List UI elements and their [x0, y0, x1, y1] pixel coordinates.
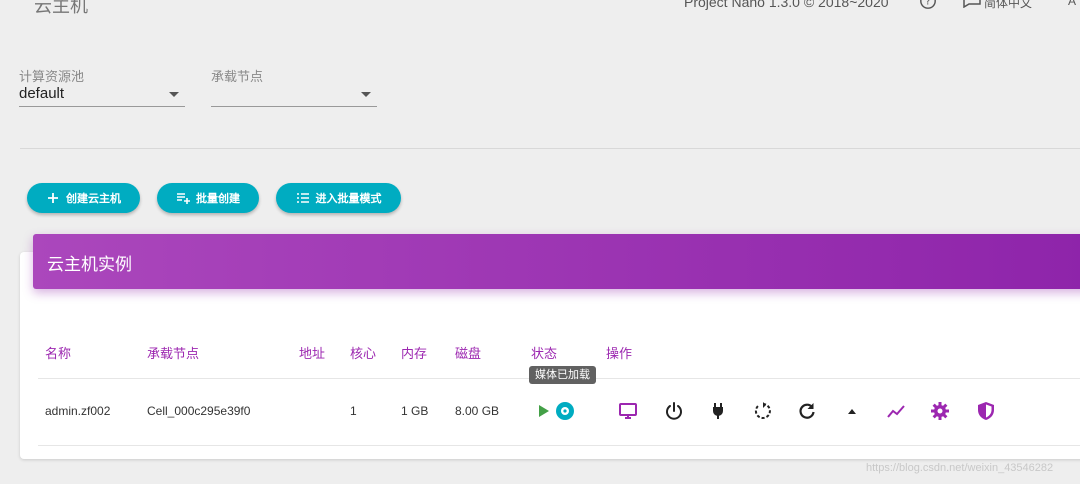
- column-header-address[interactable]: 地址: [299, 343, 325, 362]
- pool-select[interactable]: 计算资源池 default: [19, 66, 185, 107]
- batch-create-button[interactable]: 批量创建: [157, 183, 259, 213]
- card-title: 云主机实例: [47, 255, 132, 274]
- settings-icon[interactable]: [930, 401, 950, 421]
- refresh-icon[interactable]: [797, 401, 817, 421]
- media-disc-icon[interactable]: [555, 401, 575, 421]
- chevron-down-icon[interactable]: [361, 92, 371, 97]
- chart-icon[interactable]: [886, 401, 906, 421]
- column-header-cores[interactable]: 核心: [350, 343, 376, 362]
- restart-icon[interactable]: [753, 401, 773, 421]
- monitor-icon[interactable]: [618, 401, 638, 421]
- cell-node: Cell_000c295e39f0: [147, 404, 251, 418]
- divider: [20, 148, 1080, 149]
- power-icon[interactable]: [664, 401, 684, 421]
- pool-label: 计算资源池: [19, 69, 85, 84]
- node-label: 承载节点: [211, 69, 264, 84]
- chevron-down-icon[interactable]: [169, 92, 179, 97]
- version-text: Project Nano 1.3.0 © 2018~2020: [684, 0, 889, 10]
- watermark: https://blog.csdn.net/weixin_43546282: [866, 462, 1054, 474]
- batch-create-label: 批量创建: [196, 193, 240, 205]
- pool-value: default: [19, 85, 65, 102]
- batch-mode-button[interactable]: 进入批量模式: [276, 183, 401, 213]
- node-select[interactable]: 承载节点: [211, 66, 377, 107]
- play-icon: [535, 401, 555, 421]
- node-value-box[interactable]: [211, 82, 377, 107]
- cell-name: admin.zf002: [45, 404, 111, 418]
- plus-icon: [48, 193, 58, 203]
- playlist-add-icon: [177, 193, 190, 204]
- security-icon[interactable]: [976, 401, 996, 421]
- top-bar: 云主机 Project Nano 1.3.0 © 2018~2020 ? 简体中…: [0, 0, 1080, 14]
- create-instance-label: 创建云主机: [66, 193, 121, 205]
- card-header: 云主机实例: [33, 234, 1080, 289]
- help-icon[interactable]: ?: [919, 0, 937, 10]
- caret-up-icon[interactable]: [842, 401, 862, 421]
- cell-disk: 8.00 GB: [455, 404, 500, 418]
- media-tooltip: 媒体已加载: [529, 366, 596, 384]
- list-icon: [296, 193, 309, 203]
- cell-cores: 1: [350, 404, 357, 418]
- cell-memory: 1 GB: [401, 404, 429, 418]
- svg-text:?: ?: [925, 0, 930, 8]
- batch-mode-label: 进入批量模式: [315, 193, 382, 205]
- column-header-status[interactable]: 状态: [531, 343, 557, 362]
- column-header-memory[interactable]: 内存: [401, 343, 427, 362]
- pool-value-box[interactable]: default: [19, 82, 185, 107]
- column-header-name[interactable]: 名称: [45, 343, 71, 362]
- create-instance-button[interactable]: 创建云主机: [27, 183, 140, 213]
- column-header-operations[interactable]: 操作: [606, 343, 632, 362]
- page-title: 云主机: [34, 0, 88, 14]
- account-label[interactable]: A: [1068, 0, 1076, 8]
- language-label[interactable]: 简体中文: [984, 0, 1032, 11]
- column-header-disk[interactable]: 磁盘: [455, 343, 481, 362]
- column-header-node[interactable]: 承载节点: [147, 343, 199, 362]
- language-icon[interactable]: [963, 0, 981, 9]
- row-divider: [38, 445, 1080, 446]
- plug-icon[interactable]: [708, 401, 728, 421]
